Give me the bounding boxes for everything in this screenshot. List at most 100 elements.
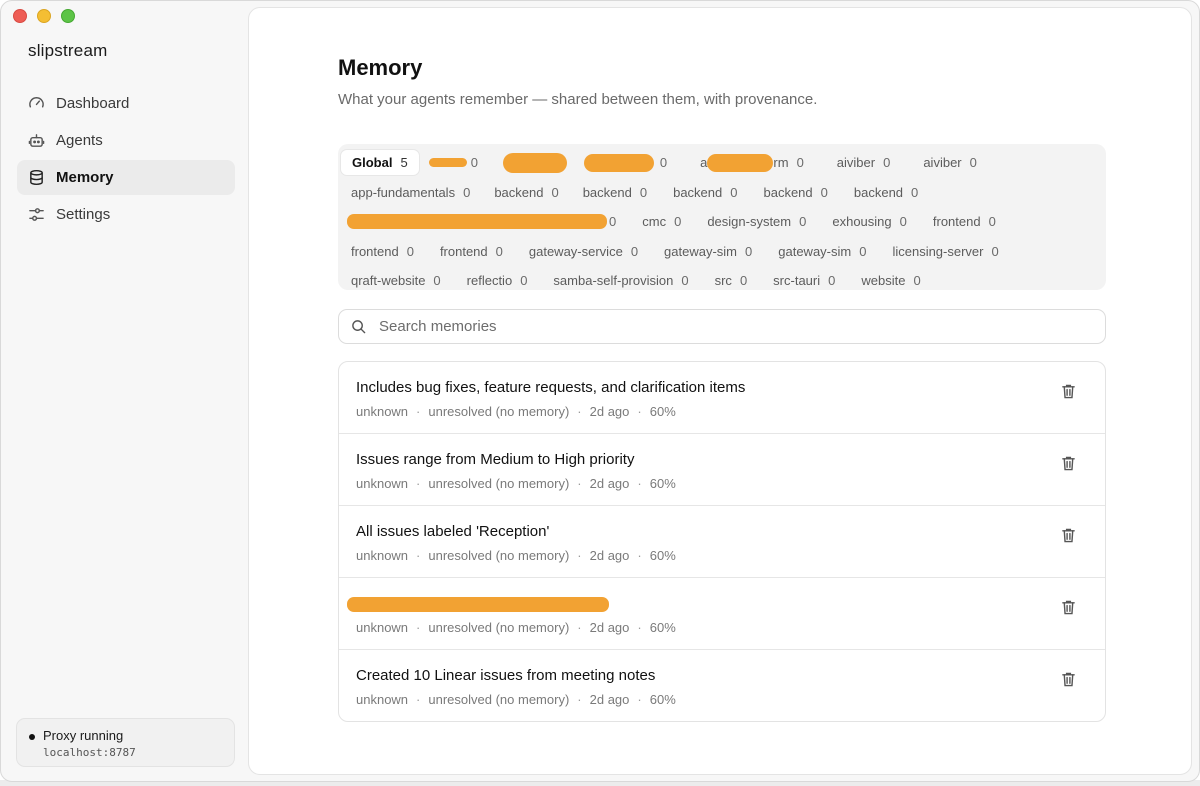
sidebar-item-agents[interactable]: Agents — [17, 123, 235, 158]
scope-chip-backend[interactable]: backend 0 — [748, 180, 838, 205]
memory-source: unknown — [356, 404, 409, 419]
memory-title: Issues range from Medium to High priorit… — [356, 451, 635, 468]
memory-status: unresolved (no memory) — [428, 620, 570, 635]
memory-title: Includes bug fixes, feature requests, an… — [356, 379, 746, 396]
scope-chip-label: backend — [582, 184, 632, 200]
memory-meta: unknown · unresolved (no memory) · 2d ago ·… — [356, 476, 676, 491]
scope-chip-label: frontend — [439, 243, 488, 259]
sidebar-item-dashboard[interactable]: Dashboard — [17, 86, 235, 121]
scope-chip-label: cmc — [642, 214, 667, 230]
trash-icon[interactable] — [1061, 599, 1077, 617]
scope-chip-label: samba-self-provision — [553, 273, 674, 289]
scope-chip-count: 0 — [913, 273, 921, 289]
scope-chip-redacted[interactable]: 0 — [419, 150, 489, 175]
scope-chip-count: 0 — [911, 184, 919, 200]
scope-chip-backend[interactable]: backend 0 — [839, 180, 929, 205]
scope-chip-redacted[interactable]: 0 — [578, 150, 678, 175]
scope-chip-count: 0 — [899, 214, 907, 230]
scope-chip-label: aiviber — [836, 155, 876, 171]
scope-chip-exhousing[interactable]: exhousing 0 — [817, 209, 918, 234]
trash-icon[interactable] — [1061, 455, 1077, 473]
search-box — [338, 309, 1106, 344]
memory-age: 2d ago — [589, 404, 630, 419]
zoom-window-button[interactable] — [61, 9, 75, 23]
scope-chip-src-tauri[interactable]: src-tauri 0 — [758, 268, 846, 293]
memory-row[interactable]: Issues range from Medium to High priorit… — [339, 434, 1105, 506]
proxy-host: localhost:8787 — [43, 746, 136, 759]
trash-icon[interactable] — [1061, 527, 1077, 545]
sidebar-item-label: Memory — [56, 169, 114, 186]
scope-chip-aiviber[interactable]: aiviber 0 — [815, 150, 902, 175]
scope-chip-redacted[interactable]: a rm 0 — [678, 150, 815, 175]
memory-age: 2d ago — [589, 548, 630, 563]
scope-chip-label: aiviber — [923, 155, 962, 171]
memory-source: unknown — [356, 548, 409, 563]
scope-chip-label: licensing-server — [892, 243, 984, 259]
scope-chip-backend[interactable]: backend 0 — [570, 180, 658, 205]
search-icon — [351, 319, 367, 335]
scope-chip-app-fundamentals[interactable]: app-fundamentals 0 — [340, 180, 481, 205]
scope-chip-frontend[interactable]: frontend 0 — [340, 239, 425, 264]
memory-confidence: 60% — [649, 620, 676, 635]
scope-chip-src[interactable]: src 0 — [700, 268, 759, 293]
scope-chip-count: 0 — [551, 184, 559, 200]
scope-chip-gateway-sim[interactable]: gateway-sim 0 — [649, 239, 763, 264]
scope-chip-count: 0 — [609, 214, 617, 230]
scope-chip-count: 0 — [739, 273, 748, 289]
trash-icon[interactable] — [1061, 671, 1077, 689]
sidebar-item-memory[interactable]: Memory — [17, 160, 235, 195]
memory-row[interactable]: Includes bug fixes, feature requests, an… — [339, 362, 1105, 434]
scope-row: frontend 0 frontend 0 gateway-service 0 … — [340, 237, 1104, 267]
scope-chip-gateway-sim[interactable]: gateway-sim 0 — [763, 239, 877, 264]
scope-chip-frontend[interactable]: frontend 0 — [425, 239, 514, 264]
scope-chip-design-system[interactable]: design-system 0 — [692, 209, 817, 234]
search-input[interactable] — [379, 318, 1079, 335]
memory-status: unresolved (no memory) — [428, 476, 570, 491]
status-dot — [29, 734, 35, 740]
scope-chip-count: 0 — [433, 273, 441, 289]
scope-chip-label: gateway-service — [528, 243, 623, 259]
scope-chip-count: 0 — [988, 214, 996, 230]
memory-confidence: 60% — [649, 692, 676, 707]
scope-chip-cmc[interactable]: cmc 0 — [627, 209, 692, 234]
memory-title-redacted — [347, 595, 1105, 614]
sliders-icon — [27, 206, 45, 224]
close-window-button[interactable] — [13, 9, 27, 23]
minimize-window-button[interactable] — [37, 9, 51, 23]
scope-chip-redacted[interactable] — [489, 150, 578, 175]
memory-title: Created 10 Linear issues from meeting no… — [356, 667, 656, 684]
scope-chip-backend[interactable]: backend 0 — [658, 180, 748, 205]
proxy-status: Proxy running localhost:8787 — [16, 718, 235, 767]
scope-chip-count: 0 — [520, 273, 528, 289]
scope-chip-label: a — [700, 155, 708, 171]
main-panel: Memory What your agents remember — share… — [248, 7, 1192, 775]
scope-filter: Global 5 0 0 a rm 0 aiviber 0 aiviber 0 … — [338, 144, 1106, 290]
scope-chip-count: 0 — [820, 184, 828, 200]
scope-chip-licensing-server[interactable]: licensing-server 0 — [877, 239, 1009, 264]
scope-chip-samba-self-provision[interactable]: samba-self-provision 0 — [538, 268, 699, 293]
sidebar-item-settings[interactable]: Settings — [17, 197, 235, 232]
memory-row[interactable]: Created 10 Linear issues from meeting no… — [339, 650, 1105, 721]
redaction-mark — [347, 214, 607, 230]
memory-confidence: 60% — [649, 476, 676, 491]
scope-chip-gateway-service[interactable]: gateway-service 0 — [514, 239, 649, 264]
scope-chip-backend[interactable]: backend 0 — [481, 180, 569, 205]
scope-chip-frontend[interactable]: frontend 0 — [918, 209, 1007, 234]
scope-chip-qraft-website[interactable]: qraft-website 0 — [340, 268, 452, 293]
scope-chip-global[interactable]: Global 5 — [341, 150, 419, 176]
sidebar-item-label: Dashboard — [56, 95, 130, 112]
memory-row[interactable]: All issues labeled 'Reception' unknown · … — [339, 506, 1105, 578]
scope-chip-redacted[interactable]: 0 — [340, 209, 627, 234]
memory-meta: unknown · unresolved (no memory) · 2d ago ·… — [356, 620, 676, 635]
trash-icon[interactable] — [1061, 383, 1077, 401]
scope-chip-count: 0 — [470, 155, 478, 171]
memory-row[interactable]: unknown · unresolved (no memory) · 2d ago ·… — [339, 578, 1105, 650]
memory-status: unresolved (no memory) — [428, 404, 570, 419]
redaction-mark — [347, 597, 609, 612]
scope-chip-count: 0 — [796, 155, 804, 171]
scope-chip-aiviber[interactable]: aiviber 0 — [901, 150, 988, 175]
scope-chip-count: 0 — [463, 184, 471, 200]
scope-chip-website[interactable]: website 0 — [846, 268, 931, 293]
scope-chip-reflectio[interactable]: reflectio 0 — [452, 268, 539, 293]
gauge-icon — [27, 95, 45, 113]
